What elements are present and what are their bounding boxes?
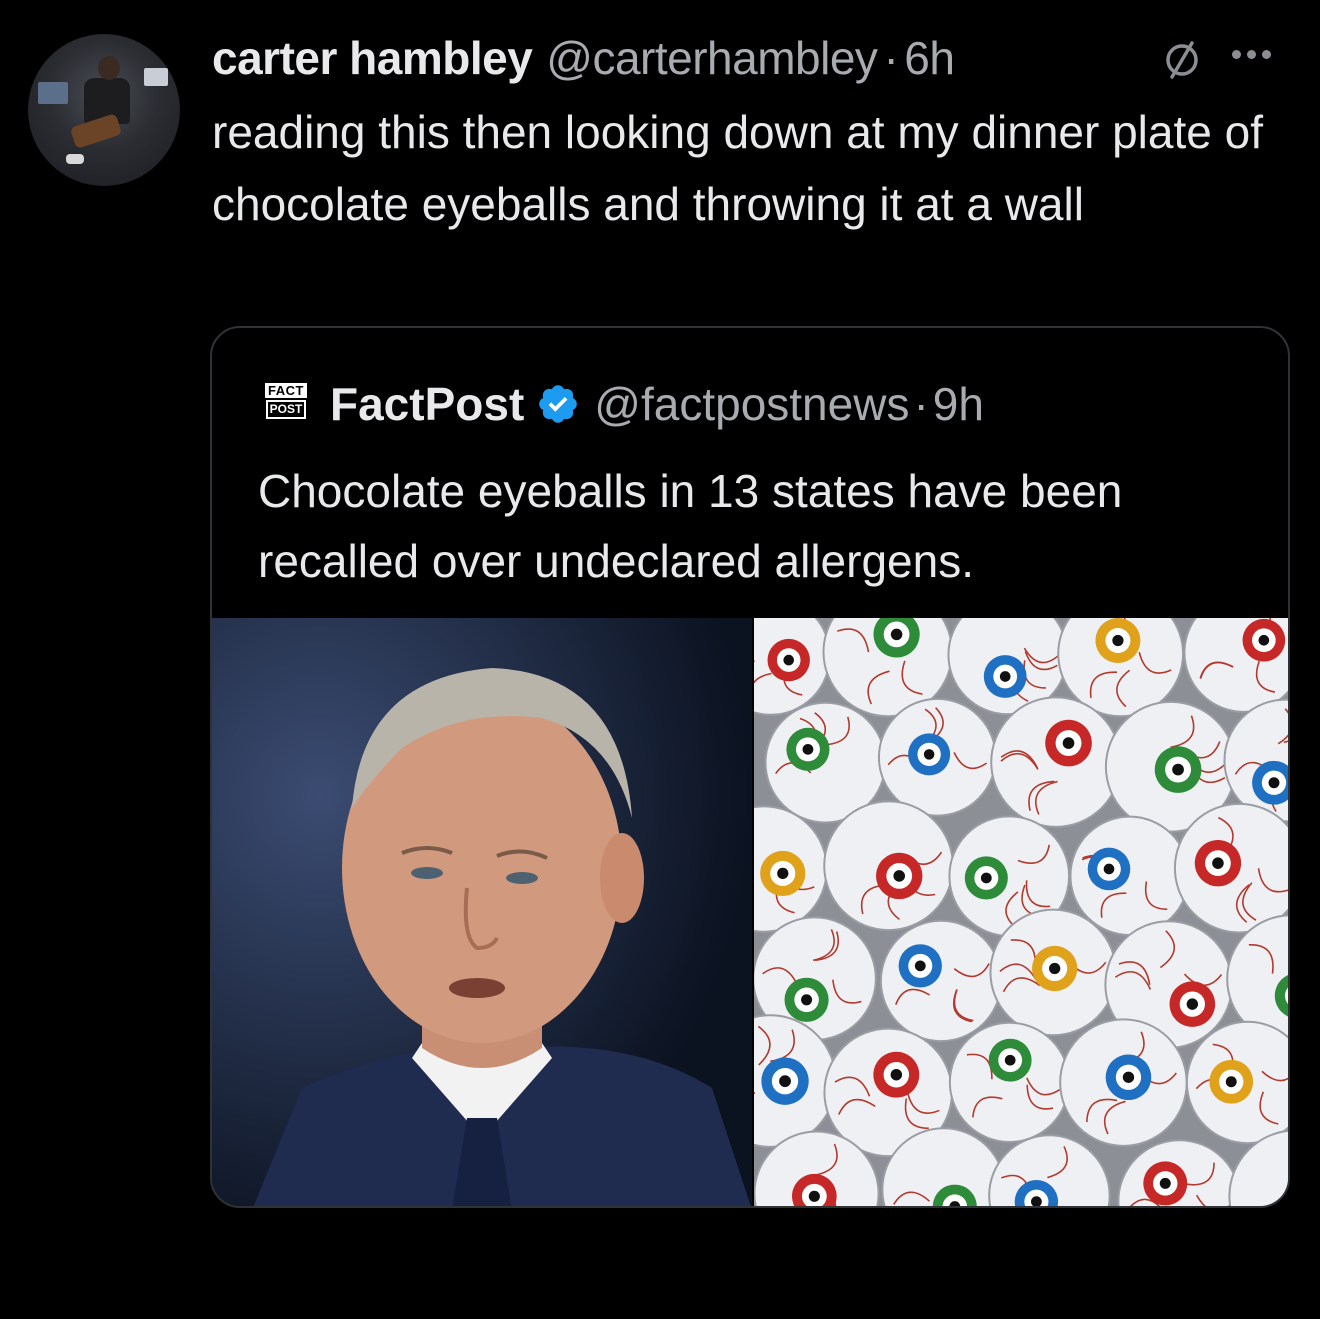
- quoted-author-handle[interactable]: @factpostnews: [594, 377, 909, 431]
- quoted-tweet-time[interactable]: 9h: [933, 377, 984, 431]
- quoted-separator-dot: ·: [913, 378, 929, 430]
- more-options-icon[interactable]: [1232, 44, 1288, 64]
- avatar-figure-legs: [69, 113, 123, 149]
- null-set-icon: [1166, 41, 1198, 79]
- quoted-tweet-header: FactPost @factpostnews · 9h: [330, 376, 984, 432]
- verified-badge-icon: [539, 385, 578, 423]
- avatar[interactable]: [28, 34, 180, 186]
- quoted-tweet-text: Chocolate eyeballs in 13 states have bee…: [258, 465, 1123, 587]
- quoted-author-name[interactable]: FactPost: [330, 377, 524, 431]
- author-name[interactable]: carter hambley: [212, 31, 533, 85]
- tweet-time[interactable]: 6h: [904, 31, 955, 85]
- avatar-bg-screen: [144, 68, 168, 86]
- avatar-figure-head: [98, 56, 120, 80]
- avatar-bg-monitor: [38, 82, 68, 104]
- avatar-figure-shoe: [66, 154, 84, 164]
- separator-dot: ·: [883, 32, 899, 84]
- media-photo-man[interactable]: [212, 618, 752, 1206]
- tweet-text: reading this then looking down at my din…: [212, 106, 1263, 230]
- tweet-header: carter hambley @carterhambley · 6h: [212, 30, 955, 86]
- quoted-tweet[interactable]: FACT POST FactPost @factpostnews · 9h Ch…: [210, 326, 1290, 1208]
- factpost-logo: FACT POST: [264, 380, 308, 422]
- media-photo-chocolate-eyeballs[interactable]: [754, 618, 1288, 1206]
- author-handle[interactable]: @carterhambley: [546, 31, 878, 85]
